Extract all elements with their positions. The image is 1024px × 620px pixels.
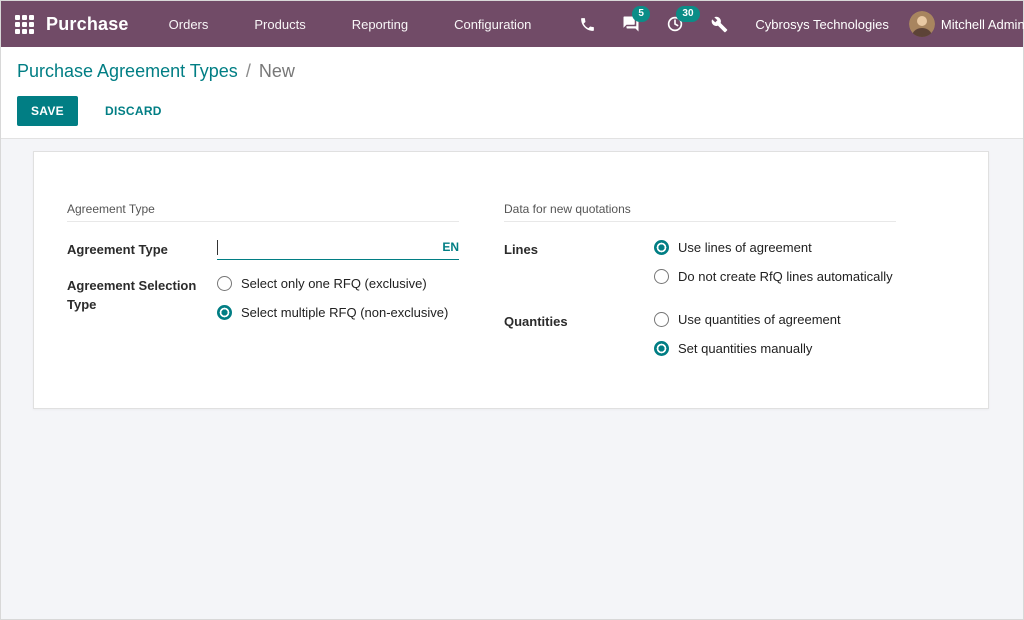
activities-badge: 30 (676, 6, 699, 22)
breadcrumb-current: New (259, 61, 295, 81)
radio-select-multiple-rfq[interactable]: Select multiple RFQ (non-exclusive) (217, 303, 459, 322)
field-agreement-type: Agreement Type EN (67, 238, 459, 260)
content-area: Agreement Type Agreement Type EN Agreeme… (1, 139, 1023, 619)
apps-menu-icon[interactable] (15, 12, 34, 36)
agreement-type-input-wrap: EN (217, 238, 459, 260)
lines-options: Use lines of agreement Do not create RfQ… (654, 238, 896, 296)
save-button[interactable]: SAVE (17, 96, 78, 126)
language-tag[interactable]: EN (436, 240, 459, 254)
group-title-data-for-new-quotations: Data for new quotations (504, 202, 896, 222)
agreement-selection-options: Select only one RFQ (exclusive) Select m… (217, 274, 459, 332)
menu-item-products[interactable]: Products (242, 1, 317, 47)
app-title: Purchase (46, 14, 129, 35)
menu-item-reporting[interactable]: Reporting (340, 1, 420, 47)
field-lines: Lines Use lines of agreement Do not crea… (504, 238, 896, 296)
avatar (909, 11, 935, 37)
menu-item-configuration[interactable]: Configuration (442, 1, 543, 47)
main-menu: Orders Products Reporting Configuration (157, 1, 566, 47)
radio-circle-icon[interactable] (654, 269, 669, 284)
radio-circle-icon[interactable] (654, 341, 669, 356)
tools-icon[interactable] (708, 13, 730, 35)
lines-label: Lines (504, 238, 654, 296)
radio-circle-icon[interactable] (654, 240, 669, 255)
quantities-label: Quantities (504, 310, 654, 368)
group-title-agreement-type: Agreement Type (67, 202, 459, 222)
group-agreement-type: Agreement Type Agreement Type EN Agreeme… (67, 202, 459, 346)
radio-select-only-one-rfq[interactable]: Select only one RFQ (exclusive) (217, 274, 459, 293)
field-quantities: Quantities Use quantities of agreement S… (504, 310, 896, 368)
control-panel: Purchase Agreement Types / New SAVE DISC… (1, 47, 1023, 139)
top-navbar: Purchase Orders Products Reporting Confi… (1, 1, 1023, 47)
phone-icon[interactable] (576, 13, 598, 35)
user-menu[interactable]: Mitchell Admin (909, 11, 1024, 37)
messages-icon[interactable]: 5 (620, 13, 642, 35)
radio-do-not-create-rfq-lines[interactable]: Do not create RfQ lines automatically (654, 267, 896, 286)
radio-circle-icon[interactable] (217, 305, 232, 320)
activities-icon[interactable]: 30 (664, 13, 686, 35)
radio-use-quantities-of-agreement[interactable]: Use quantities of agreement (654, 310, 896, 329)
user-name: Mitchell Admin (941, 17, 1024, 32)
radio-circle-icon[interactable] (217, 276, 232, 291)
field-agreement-selection-type: Agreement Selection Type Select only one… (67, 274, 459, 332)
agreement-type-label: Agreement Type (67, 238, 217, 260)
radio-circle-icon[interactable] (654, 312, 669, 327)
agreement-selection-type-label: Agreement Selection Type (67, 274, 217, 332)
messages-badge: 5 (632, 6, 650, 22)
group-data-for-new-quotations: Data for new quotations Lines Use lines … (504, 202, 896, 382)
breadcrumb-root-link[interactable]: Purchase Agreement Types (17, 61, 238, 81)
form-sheet: Agreement Type Agreement Type EN Agreeme… (33, 151, 989, 409)
breadcrumb: Purchase Agreement Types / New (17, 59, 1007, 83)
quantities-options: Use quantities of agreement Set quantiti… (654, 310, 896, 368)
breadcrumb-separator: / (243, 61, 254, 81)
navbar-systray: 5 30 Cybrosys Technologies Mitchell Admi… (565, 1, 1024, 47)
agreement-type-input[interactable] (218, 240, 436, 255)
radio-set-quantities-manually[interactable]: Set quantities manually (654, 339, 896, 358)
radio-use-lines-of-agreement[interactable]: Use lines of agreement (654, 238, 896, 257)
menu-item-orders[interactable]: Orders (157, 1, 221, 47)
discard-button[interactable]: DISCARD (92, 97, 175, 125)
company-switcher[interactable]: Cybrosys Technologies (755, 17, 888, 32)
